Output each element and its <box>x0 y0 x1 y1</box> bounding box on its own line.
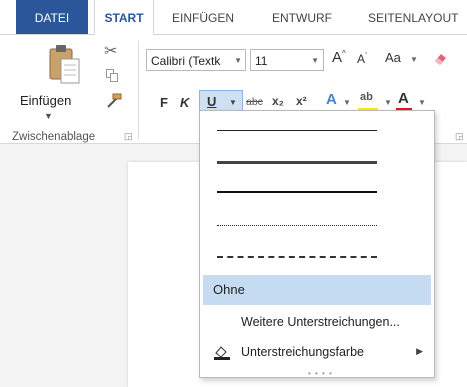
shrink-font-icon[interactable]: Aˇ <box>357 52 367 66</box>
italic-button[interactable]: K <box>180 95 189 110</box>
font-size-value: 11 <box>255 54 268 68</box>
font-name-select[interactable]: Calibri (Textk ▼ <box>146 49 246 71</box>
chevron-down-icon[interactable]: ▼ <box>418 98 426 107</box>
underline-style-dotted[interactable] <box>203 209 431 241</box>
text-effects-button[interactable]: A <box>326 91 337 108</box>
superscript-button[interactable]: x² <box>296 94 307 108</box>
subscript-button[interactable]: x₂ <box>272 94 284 108</box>
underline-style-double-weight[interactable] <box>203 178 431 210</box>
chevron-right-icon: ▶ <box>416 346 423 356</box>
line-sample <box>217 256 377 258</box>
paste-icon[interactable] <box>48 43 82 87</box>
resize-grip-icon[interactable]: • • • • <box>308 369 333 378</box>
menu-item-underline-color[interactable]: Unterstreichungsfarbe ▶ <box>203 339 431 367</box>
menu-item-label: Unterstreichungsfarbe <box>241 345 364 359</box>
underline-style-single[interactable] <box>203 115 431 147</box>
ribbon-tab-bar: DATEI START EINFÜGEN ENTWURF SEITENLAYOU… <box>0 0 467 35</box>
dialog-launcher-icon[interactable]: ◲ <box>124 131 133 142</box>
chevron-down-icon[interactable]: ▼ <box>229 98 237 107</box>
grow-font-icon[interactable]: A^ <box>332 49 346 66</box>
menu-item-more-underlines[interactable]: Weitere Unterstreichungen... <box>203 309 431 337</box>
underline-label: U <box>207 94 217 109</box>
clipboard-group-label: Zwischenablage <box>12 131 96 143</box>
line-sample <box>217 191 377 193</box>
line-sample <box>217 130 377 131</box>
highlight-button[interactable]: ab <box>360 91 373 103</box>
underline-style-dashed[interactable] <box>203 240 431 272</box>
tab-start[interactable]: START <box>94 0 154 35</box>
line-sample <box>217 161 377 164</box>
paste-button-label[interactable]: Einfügen <box>20 93 71 108</box>
menu-item-label: Ohne <box>213 282 245 297</box>
font-name-value: Calibri (Textk <box>151 54 221 68</box>
chevron-down-icon[interactable]: ▼ <box>44 111 53 121</box>
tab-insert[interactable]: EINFÜGEN <box>172 0 234 34</box>
bold-button[interactable]: F <box>160 95 168 110</box>
underline-dropdown-menu: Ohne Weitere Unterstreichungen... Unters… <box>199 110 435 378</box>
font-color-button[interactable]: A <box>398 90 409 107</box>
chevron-down-icon[interactable]: ▼ <box>410 55 418 64</box>
copy-icon[interactable] <box>106 69 118 82</box>
chevron-down-icon[interactable]: ▼ <box>343 98 351 107</box>
tab-file[interactable]: DATEI <box>16 0 88 34</box>
tab-layout[interactable]: SEITENLAYOUT <box>368 0 458 34</box>
font-size-select[interactable]: 11 ▼ <box>250 49 324 71</box>
chevron-down-icon[interactable]: ▼ <box>384 98 392 107</box>
underline-style-thick[interactable] <box>203 147 431 179</box>
strikethrough-button[interactable]: abc <box>246 96 263 108</box>
tab-design[interactable]: ENTWURF <box>272 0 332 34</box>
change-case-button[interactable]: Aa <box>385 50 401 65</box>
menu-item-none[interactable]: Ohne <box>203 275 431 305</box>
menu-item-label: Weitere Unterstreichungen... <box>241 315 400 329</box>
group-divider <box>138 41 139 139</box>
scissors-icon[interactable]: ✂ <box>104 41 117 61</box>
dialog-launcher-icon[interactable]: ◲ <box>455 131 464 142</box>
format-painter-icon[interactable] <box>104 93 122 109</box>
underline-color-icon <box>214 346 230 360</box>
chevron-down-icon[interactable]: ▼ <box>311 50 319 72</box>
clear-formatting-icon[interactable] <box>432 50 448 66</box>
line-sample <box>217 225 377 226</box>
chevron-down-icon[interactable]: ▼ <box>234 50 242 72</box>
